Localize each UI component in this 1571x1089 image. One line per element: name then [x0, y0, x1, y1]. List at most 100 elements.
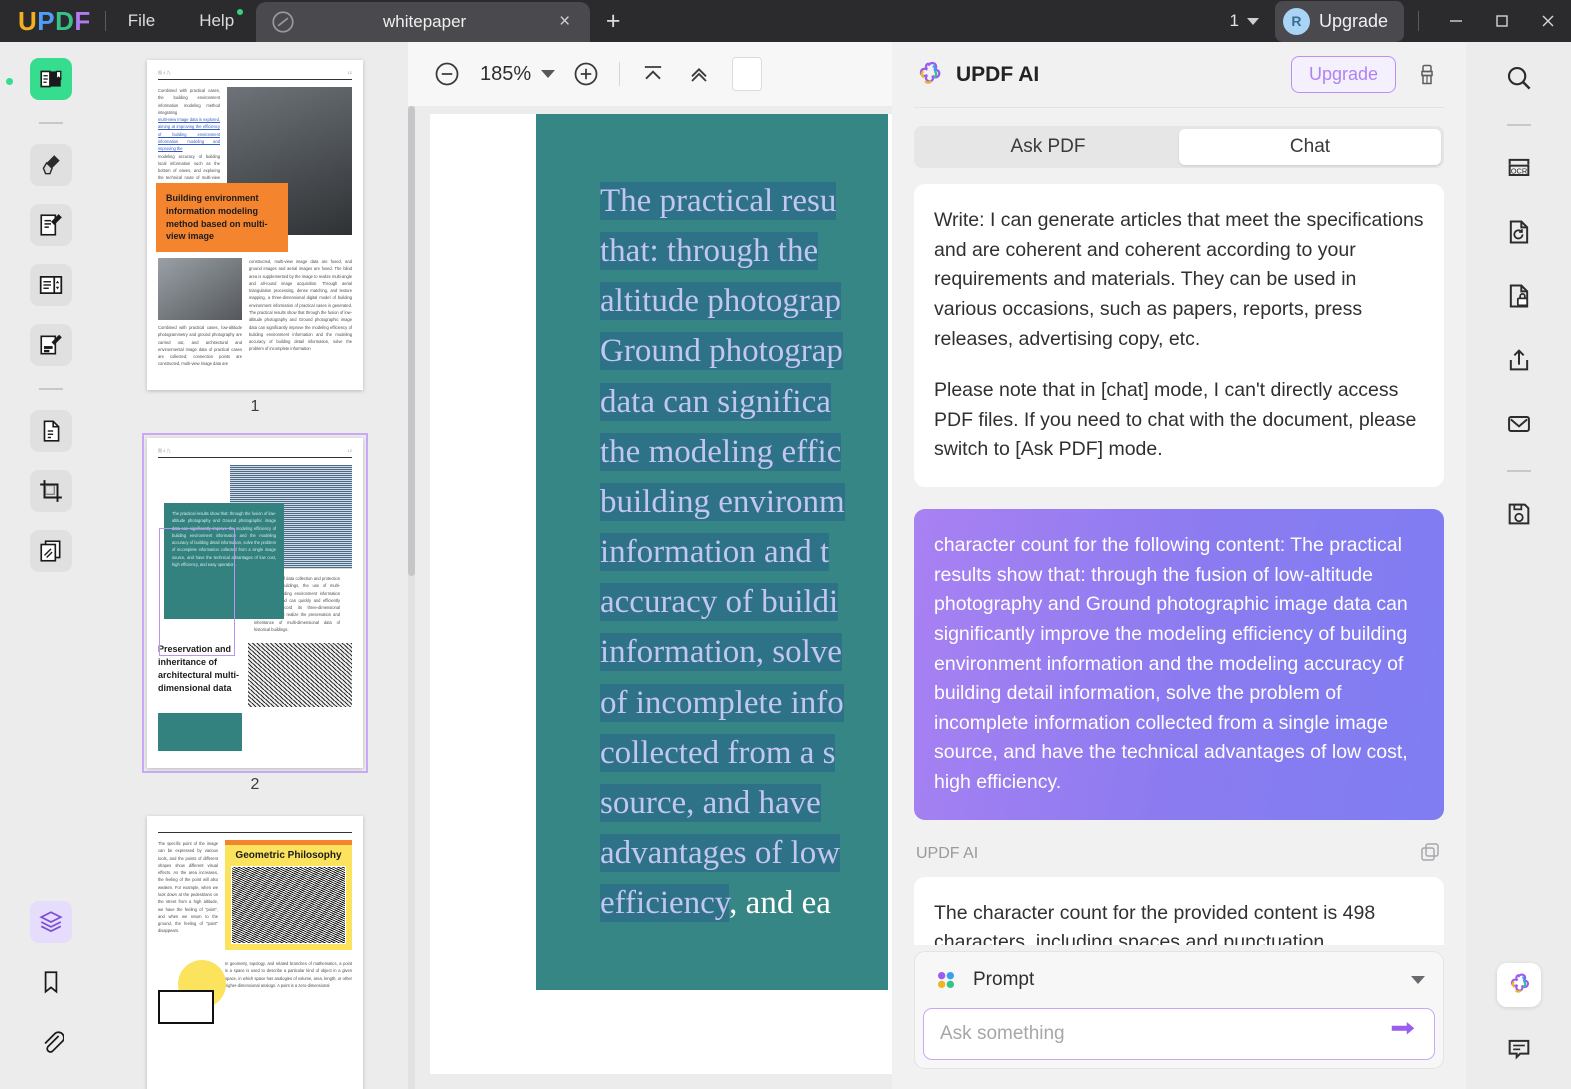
- convert-pdf-button[interactable]: [1497, 210, 1541, 254]
- copy-response-button[interactable]: [1418, 840, 1442, 869]
- ask-input[interactable]: [940, 1023, 1388, 1045]
- upgrade-button[interactable]: R Upgrade: [1274, 0, 1404, 42]
- thumbnail-panel[interactable]: 图 4 九 12 Combined with practical cases, …: [102, 42, 408, 1089]
- doc-line: that: through the: [600, 232, 819, 271]
- doc-line: building environm: [600, 482, 845, 521]
- document-highlighted-text[interactable]: The practical resu that: through the alt…: [600, 176, 892, 928]
- ai-response-label-row: UPDF AI: [914, 840, 1444, 877]
- ai-upgrade-button[interactable]: Upgrade: [1290, 56, 1396, 93]
- ai-chat-area[interactable]: Write: I can generate articles that meet…: [892, 168, 1466, 945]
- thumb1-header-left: 图 4 九: [158, 70, 171, 75]
- page-count-selector[interactable]: 1: [1213, 11, 1274, 31]
- zoom-in-icon: [574, 62, 598, 86]
- new-tab-button[interactable]: +: [590, 0, 636, 42]
- reader-mode-icon: [40, 70, 62, 88]
- doc-line-last-highlight: efficiency: [600, 884, 730, 923]
- comment-button[interactable]: [1497, 1027, 1541, 1071]
- rail-status-dot: [6, 78, 13, 85]
- thumb1-body-left: Combined with practical cases, low-altit…: [158, 325, 242, 367]
- comment-icon: [1508, 1039, 1529, 1060]
- thumb2-header-left: 图 4 九: [158, 448, 171, 453]
- thumb1-left-link: multi-view image data is explored, aimin…: [158, 117, 220, 152]
- thumbnail-page-2[interactable]: 图 4 九 12 The practical results show that…: [142, 433, 368, 773]
- tab-chat[interactable]: Chat: [1179, 129, 1441, 165]
- menu-file[interactable]: File: [106, 0, 177, 42]
- thumb2-header-right: 12: [347, 448, 352, 453]
- tab-ask-pdf[interactable]: Ask PDF: [917, 129, 1179, 165]
- document-viewer[interactable]: The practical resu that: through the alt…: [408, 106, 892, 1089]
- sidebar-item-batch-pages[interactable]: [30, 530, 72, 572]
- share-icon: [1509, 349, 1528, 371]
- tab-close-button[interactable]: ×: [553, 11, 576, 33]
- svg-text:OCR: OCR: [1510, 166, 1527, 175]
- close-window-button[interactable]: [1525, 0, 1571, 42]
- maximize-icon: [1496, 15, 1508, 27]
- batch-pages-icon: [40, 540, 61, 562]
- left-toolbar-rail: [0, 42, 102, 1089]
- doc-line-last-plain: , and ea: [729, 885, 831, 922]
- thumbnail-page-3[interactable]: The specific point of the image can be e…: [147, 816, 363, 1089]
- zoom-level-value[interactable]: 185%: [470, 63, 541, 86]
- edit-text-icon: [40, 334, 62, 355]
- ocr-button[interactable]: OCR: [1497, 146, 1541, 190]
- search-icon: [1507, 66, 1531, 90]
- sidebar-item-edit-text[interactable]: [30, 324, 72, 366]
- assistant-response-text: The character count for the provided con…: [934, 901, 1376, 945]
- menu-help[interactable]: Help: [177, 0, 256, 42]
- doc-line: of incomplete info: [600, 683, 844, 722]
- titlebar-right-group: 1 R Upgrade: [1213, 0, 1571, 42]
- prompt-label: Prompt: [973, 969, 1035, 990]
- clear-chat-button[interactable]: [1410, 58, 1444, 92]
- document-tab[interactable]: whitepaper ×: [256, 2, 591, 42]
- prompt-selector[interactable]: Prompt: [915, 952, 1443, 1008]
- sidebar-item-bookmark[interactable]: [30, 961, 72, 1003]
- previous-page-button[interactable]: [676, 51, 722, 97]
- sidebar-item-organize-pages[interactable]: [30, 410, 72, 452]
- right-rail-divider-1: [1506, 124, 1531, 126]
- page-number-input[interactable]: [732, 57, 763, 91]
- updf-ai-logo-icon: [919, 61, 941, 84]
- ai-response-label: UPDF AI: [916, 845, 979, 863]
- search-button[interactable]: [1497, 56, 1541, 100]
- thumb3-right-text: In geometry, topology, and related branc…: [225, 961, 352, 988]
- ask-input-wrapper[interactable]: [923, 1008, 1435, 1060]
- doc-line: altitude photograp: [600, 282, 842, 321]
- sidebar-item-highlighter[interactable]: [30, 144, 72, 186]
- zoom-in-button[interactable]: [563, 51, 609, 97]
- save-as-button[interactable]: [1497, 492, 1541, 536]
- thumbnail-page-1[interactable]: 图 4 九 12 Combined with practical cases, …: [147, 60, 363, 390]
- page-layout-icon: [39, 276, 63, 294]
- viewer-scrollbar[interactable]: [408, 106, 415, 1089]
- zoom-dropdown-icon[interactable]: [541, 70, 556, 78]
- chevron-down-icon[interactable]: [1411, 976, 1425, 984]
- send-button[interactable]: [1388, 1017, 1418, 1052]
- scrollbar-thumb[interactable]: [408, 106, 415, 576]
- thumb3-left-text: The specific point of the image can be e…: [158, 841, 218, 934]
- share-button[interactable]: [1497, 338, 1541, 382]
- ai-mode-tabs[interactable]: Ask PDF Chat: [914, 126, 1444, 168]
- sidebar-item-crop-pages[interactable]: [30, 470, 72, 512]
- avatar: R: [1282, 7, 1310, 35]
- close-icon: [1542, 15, 1554, 27]
- doc-line: Ground photograp: [600, 332, 843, 371]
- thumb1-left-text: Combined with practical cases, the build…: [158, 88, 220, 115]
- sidebar-item-reader-mode[interactable]: [30, 58, 72, 100]
- minimize-button[interactable]: [1433, 0, 1479, 42]
- sidebar-item-edit-pdf[interactable]: [30, 204, 72, 246]
- sidebar-item-page-layout[interactable]: [30, 264, 72, 306]
- thumb3-title: Geometric Philosophy: [235, 850, 342, 861]
- assistant-message: Write: I can generate articles that meet…: [914, 184, 1444, 487]
- sidebar-item-attachment[interactable]: [30, 1021, 72, 1063]
- app-logo: UPDF: [18, 5, 91, 36]
- updf-ai-chip-button[interactable]: [1496, 963, 1541, 1007]
- scroll-to-top-button[interactable]: [630, 51, 676, 97]
- doc-line: The practical resu: [600, 182, 837, 220]
- thumb1-header-right: 12: [347, 70, 352, 75]
- protect-pdf-button[interactable]: [1497, 274, 1541, 318]
- maximize-button[interactable]: [1479, 0, 1525, 42]
- sidebar-item-thumbnail-panel[interactable]: [30, 901, 72, 943]
- zoom-out-button[interactable]: [424, 51, 470, 97]
- document-tab-title: whitepaper: [383, 12, 467, 31]
- toolbar-divider: [619, 62, 621, 86]
- email-button[interactable]: [1497, 402, 1541, 446]
